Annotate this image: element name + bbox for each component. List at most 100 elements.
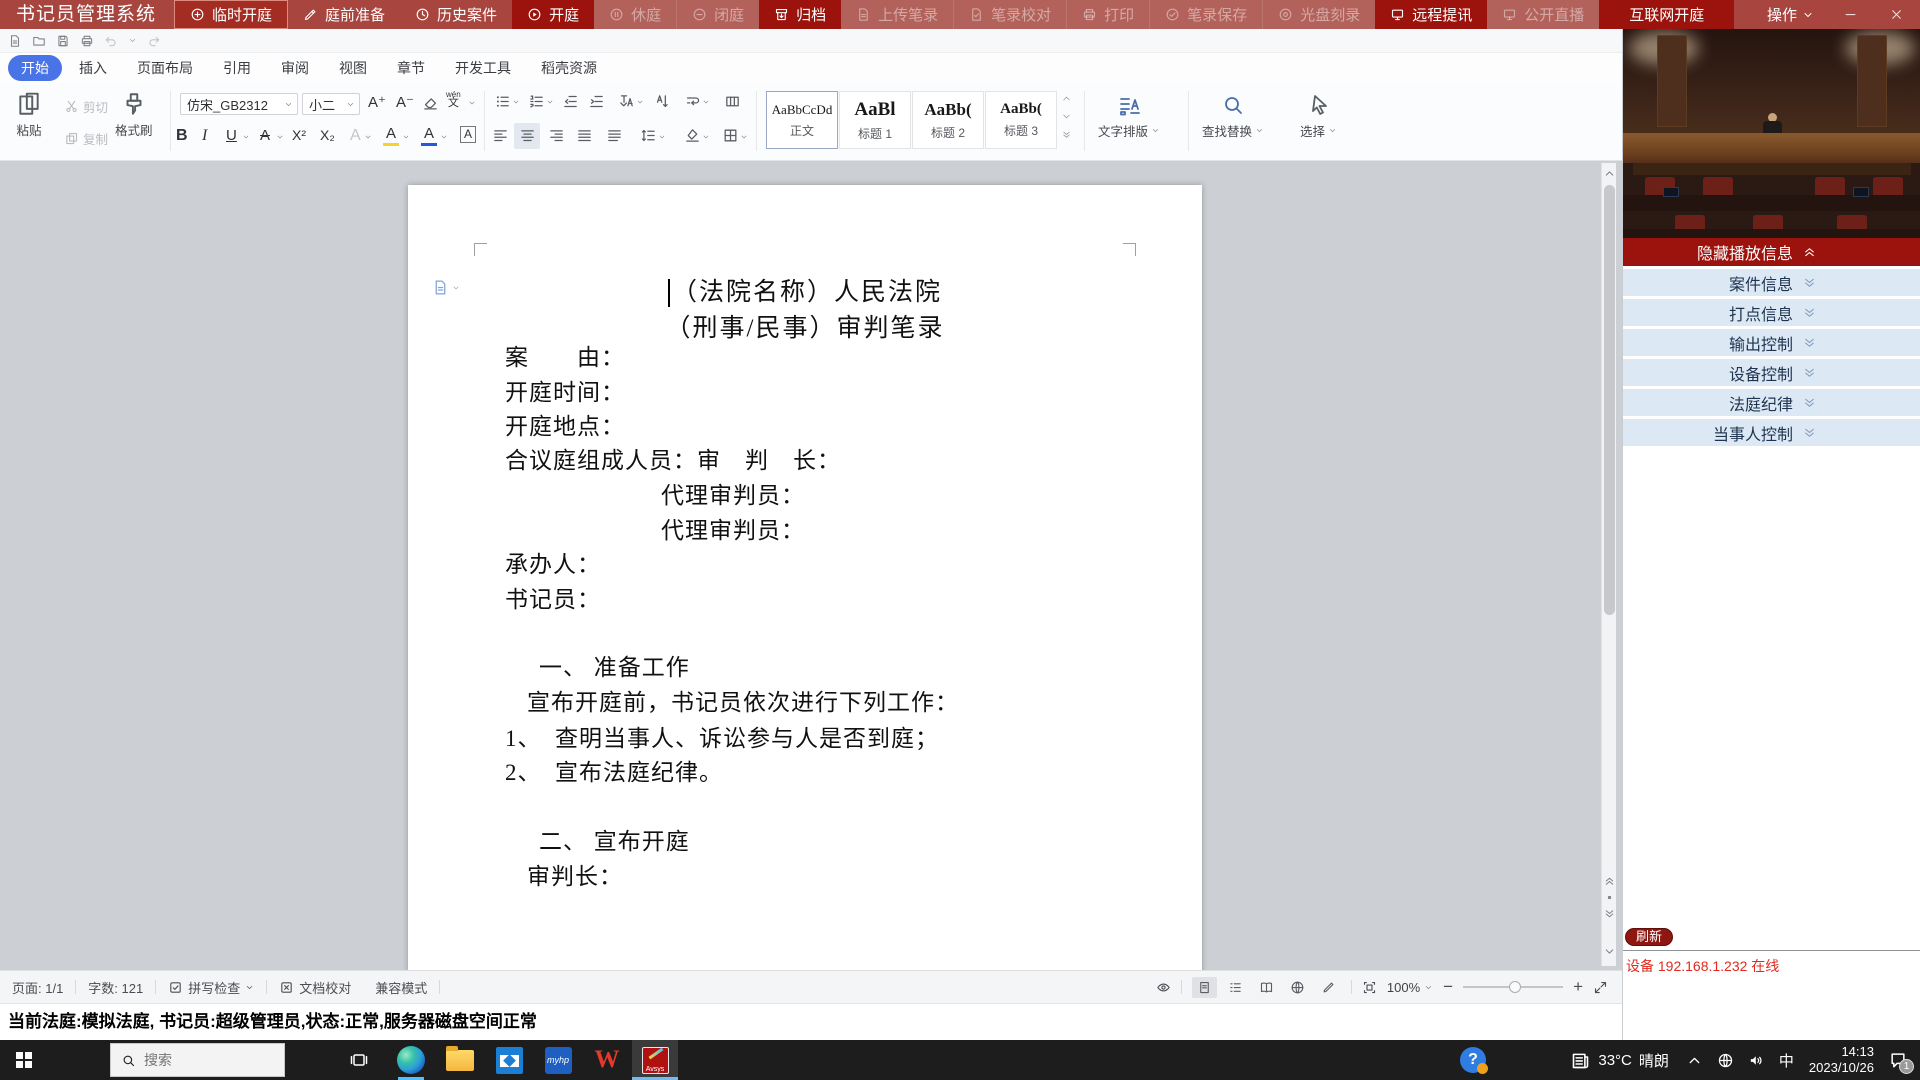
avsys-app-button[interactable]: Avsys bbox=[632, 1040, 678, 1080]
fullscreen-button[interactable] bbox=[1593, 980, 1608, 995]
style-heading1[interactable]: AaBl 标题 1 bbox=[839, 91, 911, 149]
mail-button[interactable] bbox=[486, 1040, 532, 1080]
chevron-down-icon[interactable] bbox=[364, 133, 372, 141]
menu-remote-interrogation-button[interactable]: 远程提讯 bbox=[1375, 0, 1487, 29]
scroll-up-button[interactable] bbox=[1603, 167, 1616, 180]
tab-dev-tools[interactable]: 开发工具 bbox=[442, 55, 524, 81]
operate-menu-button[interactable]: 操作 bbox=[1767, 4, 1814, 25]
refresh-button[interactable]: 刷新 bbox=[1625, 928, 1673, 946]
chevron-down-icon[interactable] bbox=[546, 98, 554, 106]
weather-widget[interactable]: 33°C 晴朗 bbox=[1560, 1050, 1679, 1071]
text-tool-button[interactable] bbox=[618, 93, 635, 110]
style-heading2[interactable]: AaBb( 标题 2 bbox=[912, 91, 984, 149]
network-tray-button[interactable] bbox=[1710, 1040, 1741, 1080]
redo-icon[interactable] bbox=[147, 34, 161, 48]
style-gallery-more-button[interactable] bbox=[1061, 129, 1072, 140]
decrease-font-button[interactable]: A⁻ bbox=[396, 93, 414, 111]
document-page[interactable]: （法院名称）人民法院 （刑事/民事）审判笔录 案 由： 开庭时间： 开庭地点： … bbox=[408, 185, 1202, 970]
new-document-icon[interactable] bbox=[8, 34, 22, 48]
scroll-down-button[interactable] bbox=[1603, 945, 1616, 958]
justify-button[interactable] bbox=[576, 127, 593, 144]
scrollbar-thumb[interactable] bbox=[1604, 185, 1615, 615]
chevron-down-icon[interactable] bbox=[740, 133, 748, 141]
tab-section[interactable]: 章节 bbox=[384, 55, 438, 81]
menu-pretrial-prep-button[interactable]: 庭前准备 bbox=[288, 0, 400, 29]
subscript-button[interactable]: X₂ bbox=[320, 127, 335, 143]
section-party-control[interactable]: 当事人控制 bbox=[1623, 419, 1920, 446]
fit-page-button[interactable] bbox=[1362, 980, 1377, 995]
help-tray-button[interactable]: ? bbox=[1450, 1040, 1496, 1080]
style-gallery-down-button[interactable] bbox=[1061, 111, 1072, 122]
style-gallery-up-button[interactable] bbox=[1061, 93, 1072, 104]
undo-icon[interactable] bbox=[104, 34, 118, 48]
zoom-in-button[interactable]: + bbox=[1573, 977, 1583, 997]
chevron-down-icon[interactable] bbox=[702, 98, 710, 106]
select-button[interactable]: 选择 bbox=[1300, 93, 1337, 140]
font-size-select[interactable]: 小二 bbox=[302, 93, 360, 115]
underline-button[interactable]: U bbox=[226, 127, 237, 144]
style-heading3[interactable]: AaBb( 标题 3 bbox=[985, 91, 1057, 149]
vertical-scrollbar[interactable] bbox=[1601, 163, 1616, 966]
taskbar-clock[interactable]: 14:13 2023/10/26 bbox=[1801, 1044, 1882, 1076]
hide-playback-info-button[interactable]: 隐藏播放信息 bbox=[1623, 238, 1920, 266]
tab-review[interactable]: 审阅 bbox=[268, 55, 322, 81]
ime-indicator[interactable]: 中 bbox=[1772, 1040, 1801, 1080]
chevron-down-icon[interactable] bbox=[468, 99, 476, 107]
show-marks-button[interactable] bbox=[684, 93, 701, 110]
read-view-button[interactable] bbox=[1254, 977, 1279, 998]
menu-internet-court-button[interactable]: 互联网开庭 bbox=[1599, 0, 1734, 29]
courtroom-video-feed[interactable] bbox=[1623, 29, 1920, 238]
search-input[interactable] bbox=[144, 1052, 254, 1068]
pinyin-guide-button[interactable]: wén 文 bbox=[446, 91, 461, 107]
outline-view-button[interactable] bbox=[1223, 977, 1248, 998]
zoom-level-button[interactable]: 100% bbox=[1387, 980, 1433, 995]
distribute-button[interactable] bbox=[606, 127, 623, 144]
chevron-down-icon[interactable] bbox=[242, 133, 250, 141]
style-normal[interactable]: AaBbCcDd 正文 bbox=[766, 91, 838, 149]
increase-indent-button[interactable] bbox=[588, 93, 605, 110]
wps-button[interactable]: W bbox=[584, 1040, 630, 1080]
tab-docer-resources[interactable]: 稻壳资源 bbox=[528, 55, 610, 81]
find-replace-button[interactable]: 查找替换 bbox=[1202, 93, 1264, 140]
tab-home[interactable]: 开始 bbox=[8, 55, 62, 81]
save-icon[interactable] bbox=[56, 34, 70, 48]
font-color-button[interactable]: A bbox=[424, 125, 434, 142]
undo-caret-icon[interactable] bbox=[128, 36, 137, 45]
chevron-down-icon[interactable] bbox=[402, 133, 410, 141]
numbered-list-button[interactable] bbox=[528, 93, 545, 110]
ink-view-button[interactable] bbox=[1316, 977, 1341, 998]
tab-page-layout[interactable]: 页面布局 bbox=[124, 55, 206, 81]
menu-temp-session-button[interactable]: 临时开庭 bbox=[174, 0, 288, 29]
start-button[interactable] bbox=[0, 1040, 48, 1080]
menu-archive-button[interactable]: 归档 bbox=[759, 0, 841, 29]
section-device-control[interactable]: 设备控制 bbox=[1623, 359, 1920, 386]
columns-button[interactable] bbox=[724, 93, 741, 110]
align-left-button[interactable] bbox=[492, 127, 509, 144]
task-view-button[interactable] bbox=[336, 1040, 382, 1080]
borders-button[interactable] bbox=[722, 127, 739, 144]
highlight-color-button[interactable]: A bbox=[386, 125, 396, 142]
minimize-button[interactable] bbox=[1840, 5, 1860, 25]
chevron-down-icon[interactable] bbox=[512, 98, 520, 106]
bullet-list-button[interactable] bbox=[494, 93, 511, 110]
chevron-down-icon[interactable] bbox=[658, 133, 666, 141]
character-border-button[interactable]: A bbox=[460, 126, 476, 143]
document-proof-button[interactable]: 文档校对 bbox=[267, 978, 363, 997]
bold-button[interactable]: B bbox=[176, 127, 188, 145]
section-case-info[interactable]: 案件信息 bbox=[1623, 269, 1920, 296]
select-browse-object-button[interactable] bbox=[1603, 891, 1616, 904]
edge-browser-button[interactable] bbox=[388, 1040, 434, 1080]
web-view-button[interactable] bbox=[1285, 977, 1310, 998]
page-view-button[interactable] bbox=[1192, 977, 1217, 998]
line-spacing-button[interactable] bbox=[640, 127, 657, 144]
open-file-icon[interactable] bbox=[32, 34, 46, 48]
close-button[interactable] bbox=[1886, 5, 1906, 25]
font-name-select[interactable]: 仿宋_GB2312 bbox=[180, 93, 298, 115]
spell-check-toggle[interactable]: 拼写检查 bbox=[156, 978, 266, 997]
volume-tray-button[interactable] bbox=[1741, 1040, 1772, 1080]
hidden-icons-button[interactable] bbox=[1679, 1040, 1710, 1080]
chevron-down-icon[interactable] bbox=[276, 133, 284, 141]
chevron-down-icon[interactable] bbox=[702, 133, 710, 141]
align-right-button[interactable] bbox=[548, 127, 565, 144]
zoom-out-button[interactable]: − bbox=[1443, 977, 1453, 997]
